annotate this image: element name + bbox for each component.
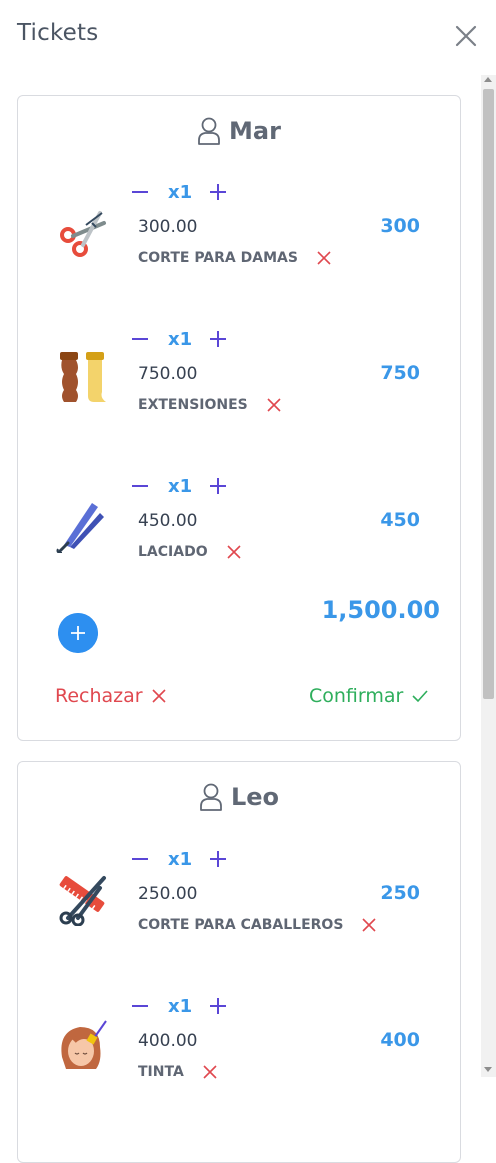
unit-price: 450.00 <box>138 511 198 531</box>
quantity-value: x1 <box>168 995 193 1017</box>
confirm-button[interactable]: Confirmar <box>309 685 429 707</box>
quantity-stepper: x1 <box>130 475 228 497</box>
plus-icon[interactable] <box>208 996 228 1016</box>
item-subtotal: 250 <box>380 882 420 904</box>
scissors-icon <box>60 211 106 257</box>
plus-icon[interactable] <box>208 329 228 349</box>
ticket-card: Leo x1 250.00 250 CORTE PARA CABALLEROS <box>17 761 461 1163</box>
comb-scissors-icon <box>59 876 106 926</box>
service-name: LACIADO <box>138 544 208 560</box>
service-name: EXTENSIONES <box>138 397 248 413</box>
unit-price: 400.00 <box>138 1031 198 1051</box>
ticket-client: Leo <box>18 782 460 818</box>
service-row: LACIADO <box>138 544 242 560</box>
quantity-value: x1 <box>168 848 193 870</box>
ticket-item: x1 450.00 450 LACIADO <box>18 475 460 585</box>
scroll-down-arrow[interactable] <box>484 1067 492 1072</box>
close-icon <box>152 689 166 703</box>
item-subtotal: 750 <box>380 362 420 384</box>
reject-label: Rechazar <box>55 685 143 707</box>
check-icon <box>412 690 428 703</box>
remove-item-icon[interactable] <box>266 397 282 413</box>
ticket-item: x1 400.00 400 TINTA <box>18 995 460 1105</box>
item-subtotal: 450 <box>380 509 420 531</box>
ticket-total: 1,500.00 <box>321 596 440 624</box>
scroll-up-arrow[interactable] <box>484 77 492 82</box>
scrollbar-thumb[interactable] <box>483 89 494 699</box>
user-icon <box>198 117 220 145</box>
service-name: TINTA <box>138 1064 184 1080</box>
quantity-stepper: x1 <box>130 995 228 1017</box>
user-icon <box>200 783 222 811</box>
remove-item-icon[interactable] <box>202 1064 218 1080</box>
plus-icon[interactable] <box>208 182 228 202</box>
service-row: CORTE PARA DAMAS <box>138 250 332 266</box>
service-row: EXTENSIONES <box>138 397 282 413</box>
hair-extensions-icon <box>60 352 106 402</box>
client-name: Mar <box>229 117 281 145</box>
ticket-item: x1 300.00 300 CORTE PARA DAMAS <box>18 181 460 291</box>
minus-icon[interactable] <box>130 329 150 349</box>
service-name: CORTE PARA CABALLEROS <box>138 917 344 933</box>
service-name: CORTE PARA DAMAS <box>138 250 298 266</box>
ticket-client: Mar <box>18 116 460 152</box>
unit-price: 250.00 <box>138 884 198 904</box>
quantity-stepper: x1 <box>130 181 228 203</box>
minus-icon[interactable] <box>130 182 150 202</box>
add-service-button[interactable] <box>58 613 98 653</box>
service-row: TINTA <box>138 1064 218 1080</box>
confirm-label: Confirmar <box>309 685 404 707</box>
item-subtotal: 300 <box>380 215 420 237</box>
unit-price: 300.00 <box>138 217 198 237</box>
plus-icon[interactable] <box>208 476 228 496</box>
remove-item-icon[interactable] <box>226 544 242 560</box>
remove-item-icon[interactable] <box>361 917 377 933</box>
close-icon[interactable] <box>452 22 480 50</box>
quantity-stepper: x1 <box>130 848 228 870</box>
ticket-item: x1 750.00 750 EXTENSIONES <box>18 328 460 438</box>
page-title: Tickets <box>17 20 99 46</box>
item-subtotal: 400 <box>380 1029 420 1051</box>
ticket-card: Mar x1 300.00 300 CORTE PARA DAMAS x1 75… <box>17 95 461 741</box>
unit-price: 750.00 <box>138 364 198 384</box>
plus-icon[interactable] <box>208 849 228 869</box>
minus-icon[interactable] <box>130 849 150 869</box>
drawer-header: Tickets <box>0 0 496 72</box>
minus-icon[interactable] <box>130 476 150 496</box>
quantity-stepper: x1 <box>130 328 228 350</box>
minus-icon[interactable] <box>130 996 150 1016</box>
remove-item-icon[interactable] <box>316 250 332 266</box>
quantity-value: x1 <box>168 181 193 203</box>
ticket-item: x1 250.00 250 CORTE PARA CABALLEROS <box>18 848 460 958</box>
client-name: Leo <box>230 783 280 811</box>
reject-button[interactable]: Rechazar <box>55 685 167 707</box>
hair-straightener-icon <box>56 503 104 553</box>
quantity-value: x1 <box>168 328 193 350</box>
hair-dye-icon <box>61 1020 107 1069</box>
quantity-value: x1 <box>168 475 193 497</box>
service-row: CORTE PARA CABALLEROS <box>138 917 377 933</box>
